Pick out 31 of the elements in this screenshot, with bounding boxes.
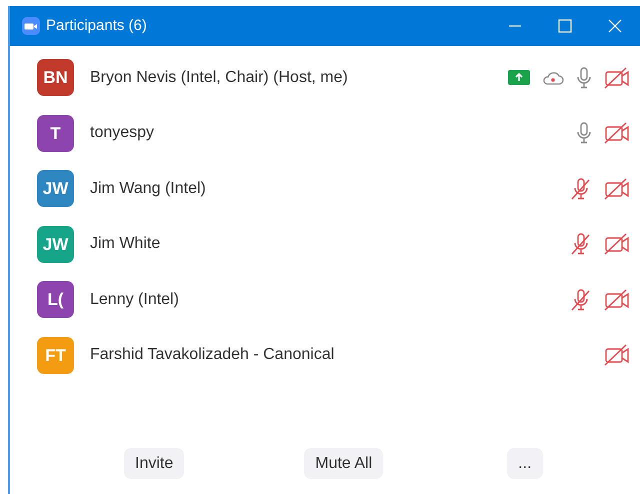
toolbar-button[interactable]: Mute All bbox=[304, 448, 384, 479]
video-off-icon[interactable] bbox=[604, 66, 630, 89]
avatar: L( bbox=[37, 281, 74, 318]
avatar: JW bbox=[37, 226, 74, 263]
muted-microphone-icon[interactable] bbox=[570, 233, 592, 256]
share-screen-icon[interactable] bbox=[508, 70, 530, 86]
participant-name: Jim Wang (Intel) bbox=[90, 178, 206, 199]
window-title: Participants (6) bbox=[46, 16, 147, 36]
muted-microphone-icon[interactable] bbox=[570, 288, 592, 311]
close-icon[interactable] bbox=[608, 19, 622, 33]
muted-microphone-icon[interactable] bbox=[570, 178, 592, 200]
toolbar-button[interactable]: Invite bbox=[124, 448, 184, 479]
participant-name: Bryon Nevis (Intel, Chair) (Host, me) bbox=[90, 68, 348, 88]
avatar: BN bbox=[37, 59, 74, 96]
participant-name: Lenny (Intel) bbox=[90, 290, 179, 310]
video-off-icon[interactable] bbox=[604, 178, 630, 200]
video-camera-logo-icon bbox=[22, 17, 40, 35]
microphone-icon[interactable] bbox=[576, 66, 592, 89]
toolbar-button[interactable]: ... bbox=[507, 448, 543, 479]
avatar: FT bbox=[37, 336, 74, 374]
participant-name: tonyespy bbox=[90, 123, 154, 144]
video-off-icon[interactable] bbox=[604, 122, 630, 144]
maximize-icon[interactable] bbox=[558, 19, 572, 33]
video-off-icon[interactable] bbox=[604, 288, 630, 311]
microphone-icon[interactable] bbox=[576, 122, 592, 144]
video-off-icon[interactable] bbox=[604, 344, 630, 366]
participant-name: Jim White bbox=[90, 234, 160, 254]
avatar: JW bbox=[37, 170, 74, 208]
video-off-icon[interactable] bbox=[604, 233, 630, 256]
participant-name: Farshid Tavakolizadeh - Canonical bbox=[90, 345, 334, 366]
avatar: T bbox=[37, 114, 74, 152]
